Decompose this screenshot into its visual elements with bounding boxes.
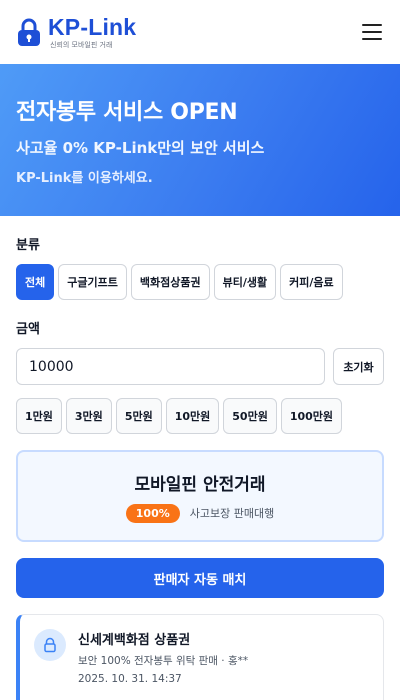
logo-name: KP-Link (48, 13, 137, 40)
quick-amount-100k[interactable]: 10만원 (165, 398, 220, 434)
hamburger-icon[interactable] (360, 22, 384, 42)
category-chip-google-gift[interactable]: 구글기프트 (58, 264, 127, 300)
listing-date: 2025. 10. 31. 14:37 (78, 673, 182, 685)
safe-trade-text: 사고보장 판매대행 (189, 507, 275, 520)
quick-amount-10k[interactable]: 1만원 (16, 398, 62, 434)
hero-banner: 전자봉투 서비스 OPEN 사고율 0% KP-Link만의 보안 서비스 KP… (0, 64, 400, 216)
quick-amount-500k[interactable]: 50만원 (223, 398, 277, 434)
category-chip-all[interactable]: 전체 (16, 264, 55, 300)
guarantee-badge: 100% (125, 503, 180, 523)
safe-trade-box: 모바일핀 안전거래 100% 사고보장 판매대행 (16, 450, 384, 542)
amount-input[interactable] (16, 348, 325, 385)
main-content: 분류 전체 구글기프트 백화점상품권 뷰티/생활 커피/음료 금액 초기화 1만… (0, 216, 400, 700)
category-chip-beauty[interactable]: 뷰티/생활 (213, 264, 277, 300)
quick-amount-1m[interactable]: 100만원 (280, 398, 343, 434)
amount-label: 금액 (16, 322, 40, 337)
category-chip-department-store[interactable]: 백화점상품권 (130, 264, 210, 300)
auto-match-button[interactable]: 판매자 자동 매치 (16, 558, 384, 598)
quick-amount-30k[interactable]: 3만원 (65, 398, 112, 434)
category-chip-coffee[interactable]: 커피/음료 (280, 264, 343, 300)
listing-card[interactable]: 신세계백화점 상품권 보안 100% 전자봉투 위탁 판매 · 홍** 2025… (16, 614, 384, 700)
amount-row: 초기화 (16, 348, 384, 385)
lock-logo-icon (18, 18, 40, 46)
logo-tagline: 신뢰의 모바일핀 거래 (50, 40, 113, 49)
app-header: KP-Link 신뢰의 모바일핀 거래 (0, 0, 400, 64)
safe-trade-title: 모바일핀 안전거래 (134, 474, 266, 495)
listing-title: 신세계백화점 상품권 (78, 633, 191, 648)
hero-title: 전자봉투 서비스 OPEN (16, 100, 238, 125)
quick-amount-buttons: 1만원 3만원 5만원 10만원 50만원 100만원 (16, 398, 343, 434)
hero-subtitle: 사고율 0% KP-Link만의 보안 서비스 (16, 139, 265, 157)
hero-subtitle-2: KP-Link를 이용하세요. (16, 171, 153, 186)
category-chips: 전체 구글기프트 백화점상품권 뷰티/생활 커피/음료 (16, 264, 343, 300)
reset-button[interactable]: 초기화 (333, 348, 384, 385)
quick-amount-50k[interactable]: 5만원 (115, 398, 162, 434)
listing-description: 보안 100% 전자봉투 위탁 판매 · 홍** (78, 655, 249, 667)
lock-icon (34, 629, 66, 661)
logo[interactable]: KP-Link 신뢰의 모바일핀 거래 (16, 13, 137, 49)
category-label: 분류 (16, 238, 40, 253)
